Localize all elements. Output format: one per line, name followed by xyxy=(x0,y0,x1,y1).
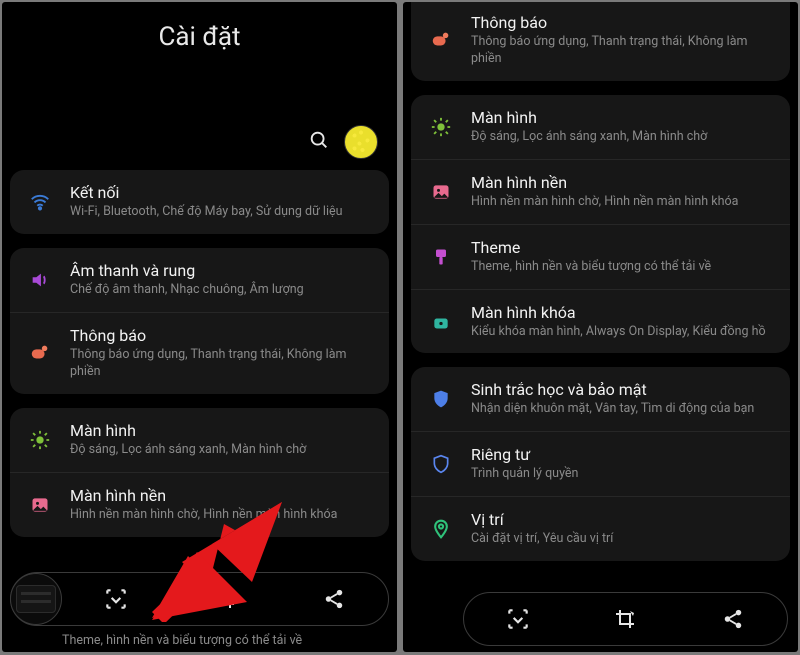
item-title: Riêng tư xyxy=(471,445,780,464)
search-icon[interactable] xyxy=(308,129,330,155)
item-subtitle: Thông báo ứng dụng, Thanh trạng thái, Kh… xyxy=(70,347,379,381)
crop-edit-icon[interactable] xyxy=(601,607,649,631)
scroll-capture-icon[interactable] xyxy=(92,586,140,612)
settings-item-sound[interactable]: Âm thanh và rung Chế độ âm thanh, Nhạc c… xyxy=(10,248,389,312)
item-subtitle: Độ sáng, Lọc ánh sáng xanh, Màn hình chờ xyxy=(70,442,379,459)
screenshot-thumbnail[interactable] xyxy=(10,573,62,625)
wifi-icon xyxy=(24,191,56,213)
item-title: Màn hình khóa xyxy=(471,303,780,322)
item-subtitle: Kiểu khóa màn hình, Always On Display, K… xyxy=(471,324,780,341)
page-title: Cài đặt xyxy=(7,2,392,122)
sun-icon xyxy=(425,116,457,138)
image-icon xyxy=(24,495,56,515)
settings-screen-left: Cài đặt Kết nối Wi-Fi, Bluetooth, Chế độ… xyxy=(2,2,397,652)
item-subtitle: Độ sáng, Lọc ánh sáng xanh, Màn hình chờ xyxy=(471,129,780,146)
settings-item-theme[interactable]: Theme Theme, hình nền và biểu tượng có t… xyxy=(411,224,790,289)
settings-section: Màn hình Độ sáng, Lọc ánh sáng xanh, Màn… xyxy=(411,95,790,354)
settings-item-display[interactable]: Màn hình Độ sáng, Lọc ánh sáng xanh, Màn… xyxy=(10,408,389,472)
item-subtitle: Theme, hình nền và biểu tượng có thể tải… xyxy=(471,259,780,276)
settings-item-location[interactable]: Vị trí Cài đặt vị trí, Yêu cầu vị trí xyxy=(411,496,790,561)
item-title: Màn hình xyxy=(471,108,780,127)
settings-item-lockscreen[interactable]: Màn hình khóa Kiểu khóa màn hình, Always… xyxy=(411,289,790,354)
sound-icon xyxy=(24,269,56,291)
item-title: Màn hình nền xyxy=(471,173,780,192)
item-subtitle: Wi-Fi, Bluetooth, Chế độ Máy bay, Sử dụn… xyxy=(70,204,379,221)
item-subtitle: Hình nền màn hình chờ, Hình nền màn hình… xyxy=(70,507,379,524)
item-subtitle: Chế độ âm thanh, Nhạc chuông, Âm lượng xyxy=(70,282,379,299)
sun-icon xyxy=(24,429,56,451)
item-title: Sinh trắc học và bảo mật xyxy=(471,380,780,399)
settings-item-wallpaper[interactable]: Màn hình nền Hình nền màn hình chờ, Hình… xyxy=(411,159,790,224)
account-avatar[interactable] xyxy=(344,125,378,159)
settings-item-privacy[interactable]: Riêng tư Trình quản lý quyền xyxy=(411,431,790,496)
settings-item-notifications[interactable]: Thông báo Thông báo ứng dụng, Thanh trạn… xyxy=(10,312,389,394)
pin-icon xyxy=(425,518,457,540)
settings-section: Thông báo Thông báo ứng dụng, Thanh trạn… xyxy=(411,2,790,81)
item-subtitle: Thông báo ứng dụng, Thanh trạng thái, Kh… xyxy=(471,34,780,68)
settings-item-connections[interactable]: Kết nối Wi-Fi, Bluetooth, Chế độ Máy bay… xyxy=(10,170,389,234)
bell-icon xyxy=(24,342,56,364)
item-subtitle: Hình nền màn hình chờ, Hình nền màn hình… xyxy=(471,194,780,211)
settings-item-display[interactable]: Màn hình Độ sáng, Lọc ánh sáng xanh, Màn… xyxy=(411,95,790,159)
shield-icon xyxy=(425,388,457,410)
screenshot-toolbar xyxy=(463,592,788,646)
item-title: Thông báo xyxy=(471,13,780,32)
settings-section: Sinh trắc học và bảo mật Nhận diện khuôn… xyxy=(411,367,790,561)
screenshot-toolbar xyxy=(10,572,389,626)
bell-icon xyxy=(425,29,457,51)
item-subtitle: Nhận diện khuôn mặt, Vân tay, Tìm di độn… xyxy=(471,401,780,418)
item-title: Màn hình nền xyxy=(70,486,379,505)
crop-edit-icon[interactable] xyxy=(201,586,249,612)
settings-screen-right: Thông báo Thông báo ứng dụng, Thanh trạn… xyxy=(403,2,798,652)
shield-outline-icon xyxy=(425,453,457,475)
item-subtitle: Cài đặt vị trí, Yêu cầu vị trí xyxy=(471,531,780,548)
settings-section: Âm thanh và rung Chế độ âm thanh, Nhạc c… xyxy=(10,248,389,394)
settings-item-wallpaper[interactable]: Màn hình nền Hình nền màn hình chờ, Hình… xyxy=(10,472,389,537)
item-title: Thông báo xyxy=(70,326,379,345)
scroll-capture-icon[interactable] xyxy=(494,606,542,632)
settings-section: Màn hình Độ sáng, Lọc ánh sáng xanh, Màn… xyxy=(10,408,389,537)
settings-item-notifications[interactable]: Thông báo Thông báo ứng dụng, Thanh trạn… xyxy=(411,2,790,81)
item-subtitle: Trình quản lý quyền xyxy=(471,466,780,483)
item-title: Theme xyxy=(471,238,780,257)
settings-section: Kết nối Wi-Fi, Bluetooth, Chế độ Máy bay… xyxy=(10,170,389,234)
item-title: Âm thanh và rung xyxy=(70,261,379,280)
lock-icon xyxy=(425,311,457,331)
settings-item-biometrics[interactable]: Sinh trắc học và bảo mật Nhận diện khuôn… xyxy=(411,367,790,431)
peeking-text: Theme, hình nền và biểu tượng có thể tải… xyxy=(14,633,385,648)
share-icon[interactable] xyxy=(709,608,757,630)
item-title: Màn hình xyxy=(70,421,379,440)
share-icon[interactable] xyxy=(310,586,358,612)
item-title: Kết nối xyxy=(70,183,379,202)
image-icon xyxy=(425,182,457,202)
brush-icon xyxy=(425,246,457,268)
item-title: Vị trí xyxy=(471,510,780,529)
